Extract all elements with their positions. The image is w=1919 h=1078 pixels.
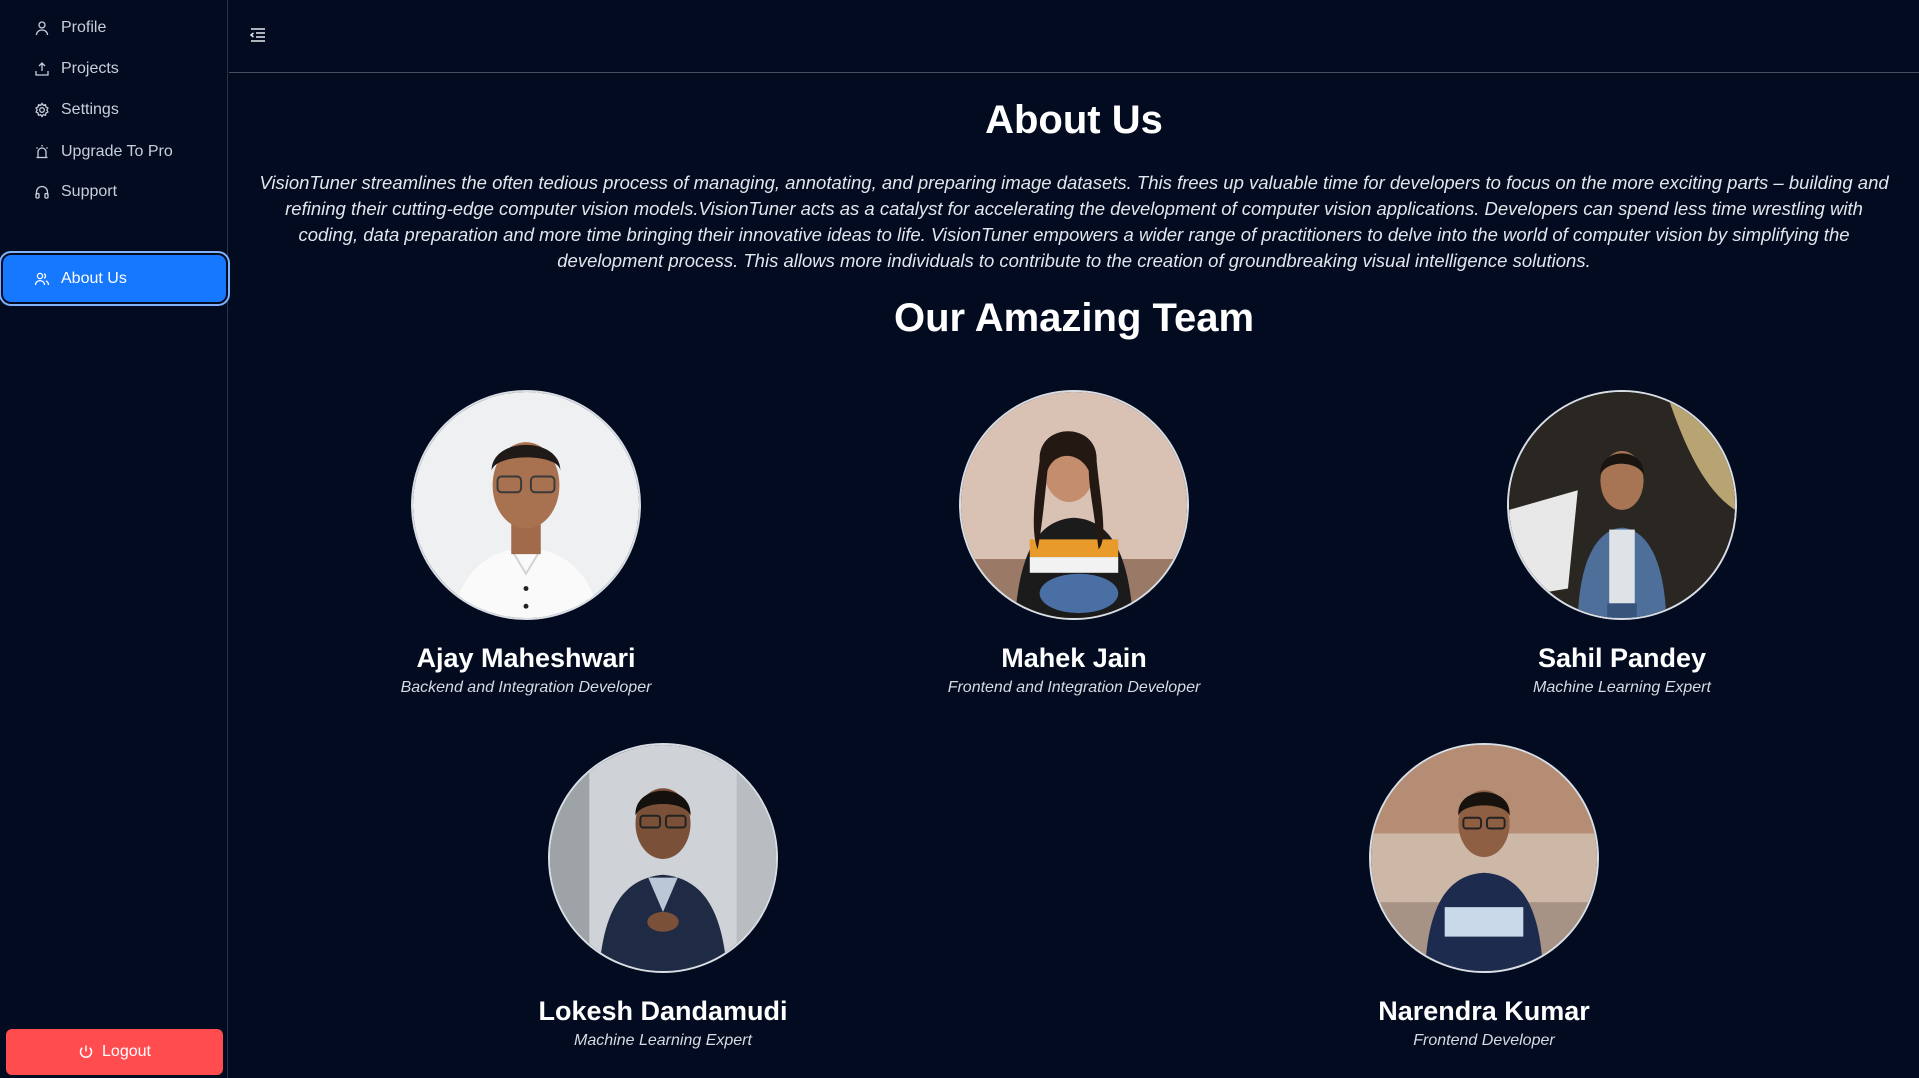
avatar [411,390,641,620]
gear-icon [34,102,50,118]
team-member-card: Ajay Maheshwari Backend and Integration … [346,390,706,697]
headphones-icon [34,184,50,200]
avatar [959,390,1189,620]
team-icon [34,271,50,287]
top-header [229,0,1919,73]
member-role: Frontend and Integration Developer [947,679,1201,696]
page-title: About Us [985,98,1163,142]
team-member-card: Narendra Kumar Frontend Developer [1304,743,1664,1050]
sidebar-item-label: Profile [61,19,107,36]
about-description: VisionTuner streamlines the often tediou… [259,172,1889,271]
avatar [1369,743,1599,973]
member-role: Backend and Integration Developer [400,679,652,696]
member-role: Machine Learning Expert [574,1032,752,1049]
sidebar-item-label: Support [61,183,118,200]
member-role: Machine Learning Expert [1533,679,1711,696]
member-role: Frontend Developer [1413,1032,1555,1049]
team-member-card: Lokesh Dandamudi Machine Learning Expert [483,743,843,1050]
user-icon [34,20,50,36]
member-name: Narendra Kumar [1378,996,1590,1026]
member-name: Sahil Pandey [1537,643,1707,673]
power-icon [78,1044,94,1060]
logout-button[interactable]: Logout [6,1029,223,1075]
logout-label: Logout [102,1043,151,1060]
sidebar-item-label: Projects [61,60,119,77]
upload-icon [34,61,50,77]
avatar [1507,390,1737,620]
sidebar-item-about-us[interactable]: About Us [3,255,226,302]
member-name: Ajay Maheshwari [416,643,636,673]
team-section-title: Our Amazing Team [893,296,1255,340]
sidebar-item-support[interactable]: Support [3,167,226,217]
sidebar-item-label: About Us [61,269,127,287]
main-content: About Us VisionTuner streamlines the oft… [229,74,1919,1078]
member-name: Lokesh Dandamudi [538,996,788,1026]
app-window: Profile Projects Settings Upgrade To Pro… [0,0,1919,1078]
avatar [548,743,778,973]
sidebar-item-label: Upgrade To Pro [61,143,173,160]
alarm-icon [34,144,50,160]
sidebar: Profile Projects Settings Upgrade To Pro… [0,0,228,1078]
member-name: Mahek Jain [1001,643,1147,673]
team-member-card: Sahil Pandey Machine Learning Expert [1442,390,1802,697]
team-member-card: Mahek Jain Frontend and Integration Deve… [894,390,1254,697]
sidebar-item-label: Settings [61,101,119,118]
menu-fold-icon[interactable] [249,26,269,46]
